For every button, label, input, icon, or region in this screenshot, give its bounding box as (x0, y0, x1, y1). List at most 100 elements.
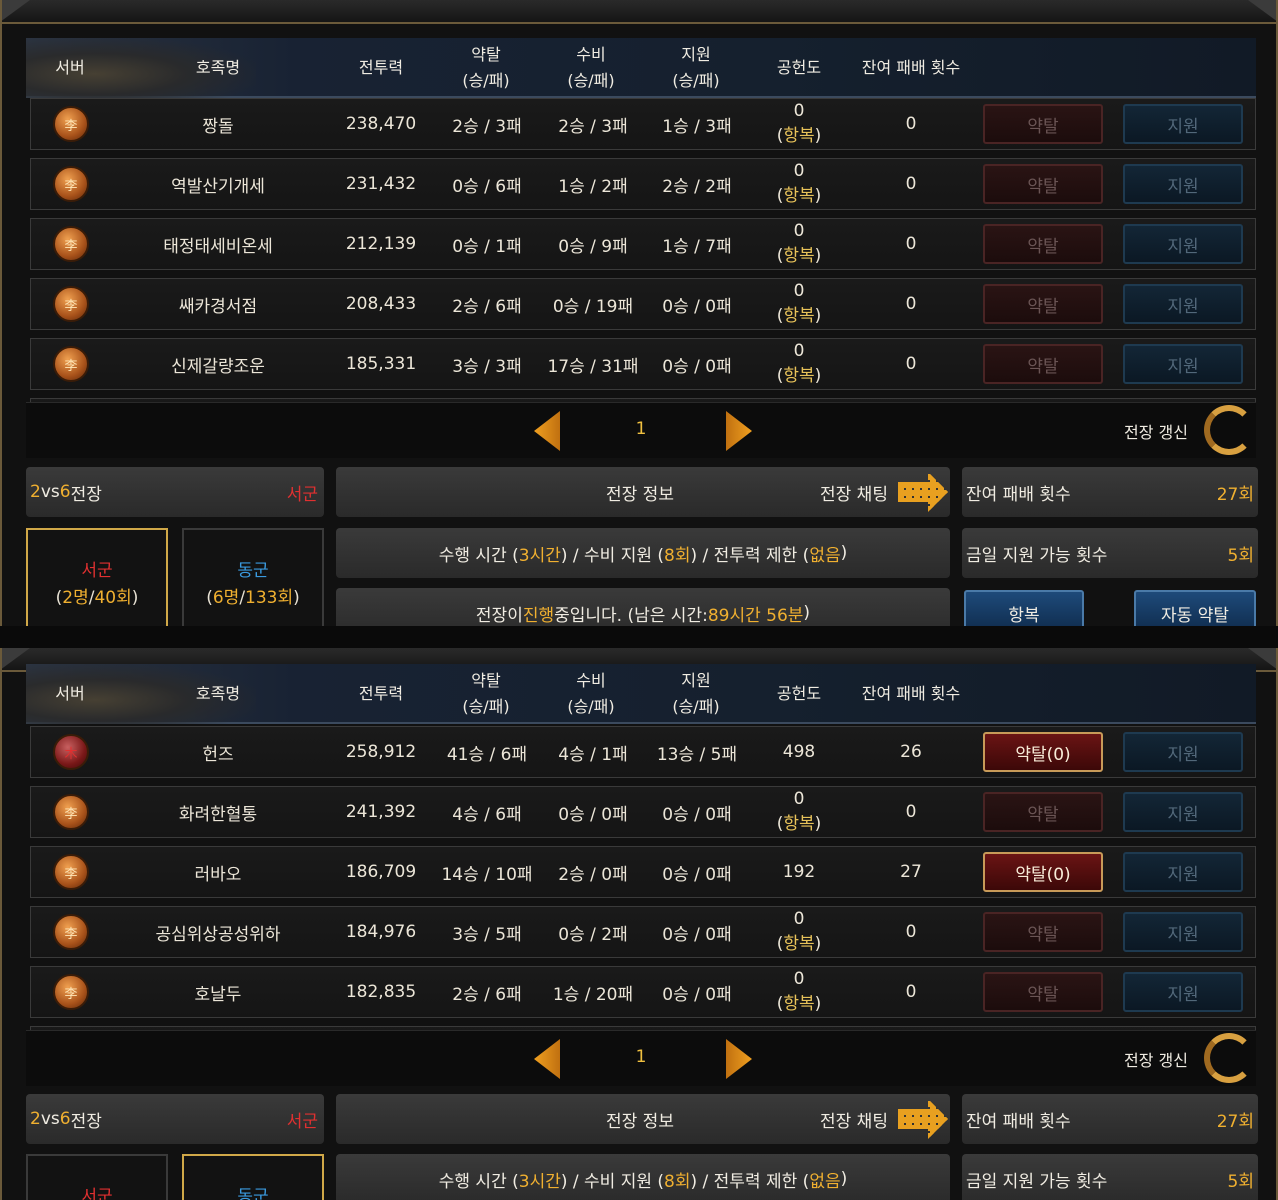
remaining-defeats-value: 0 (905, 294, 917, 314)
loot-button[interactable]: 약탈 (983, 792, 1103, 832)
battle-info-bar[interactable]: 전장 정보 전장 채팅 (336, 1094, 950, 1144)
battle-info-bar[interactable]: 전장 정보 전장 채팅 (336, 467, 950, 517)
panel-top-frame (0, 0, 1278, 24)
next-page-arrow-icon[interactable] (726, 411, 752, 451)
support-record: 1승 / 3패 (662, 116, 732, 137)
clan-name: 공심위상공성위하 (155, 924, 281, 945)
support-record: 2승 / 2패 (662, 176, 732, 197)
support-record: 0승 / 0패 (662, 804, 732, 825)
support-button[interactable]: 지원 (1123, 344, 1243, 384)
loot-button[interactable]: 약탈 (983, 284, 1103, 324)
remaining-defeats-value: 0 (905, 802, 917, 822)
server-emblem-icon: 李 (53, 914, 89, 950)
contribution-cell: 0 (항복) (776, 161, 822, 206)
battle-chat-label[interactable]: 전장 채팅 (820, 1107, 888, 1132)
power-value: 212,139 (345, 234, 417, 254)
loot-button[interactable]: 약탈 (983, 912, 1103, 952)
header-loot: 약탈 (승/패) (462, 671, 510, 716)
remaining-defeats-bar: 잔여 패배 횟수 27회 (962, 467, 1258, 517)
support-record: 0승 / 0패 (662, 296, 732, 317)
pagination-bar: 1 전장 갱신 (26, 402, 1256, 458)
header-support: 지원 (승/패) (672, 45, 720, 90)
power-value: 186,709 (345, 862, 417, 882)
defense-record: 1승 / 2패 (558, 176, 628, 197)
battle-type-bar: 2 vs 6 전장 서군 (26, 1094, 324, 1144)
defense-record: 0승 / 0패 (558, 804, 628, 825)
battle-chat-label[interactable]: 전장 채팅 (820, 480, 888, 505)
table-row: 李 러바오 186,709 14승 / 10패 2승 / 0패 0승 / 0패 … (30, 846, 1256, 898)
loot-button[interactable]: 약탈 (983, 344, 1103, 384)
support-button[interactable]: 지원 (1123, 284, 1243, 324)
contribution-cell: 0 (항복) (776, 969, 822, 1014)
loot-record: 3승 / 5패 (452, 924, 522, 945)
power-value: 182,835 (345, 982, 417, 1002)
support-count-bar: 금일 지원 가능 횟수 5회 (962, 1154, 1258, 1200)
loot-record: 3승 / 3패 (452, 356, 522, 377)
loot-button[interactable]: 약탈(0) (983, 732, 1103, 772)
auto-loot-button[interactable]: 자동 약탈 (1134, 590, 1256, 626)
east-army-box[interactable]: 동군 (6명/133회) (182, 528, 324, 626)
refresh-icon[interactable] (1204, 405, 1254, 455)
header-contribution: 공헌도 (776, 58, 822, 78)
chat-arrow-icon[interactable] (898, 1099, 948, 1139)
table-row: 木 헌즈 258,912 41승 / 6패 4승 / 1패 13승 / 5패 4… (30, 726, 1256, 778)
support-button[interactable]: 지원 (1123, 732, 1243, 772)
battle-info-label: 전장 정보 (606, 484, 674, 505)
battle-panel-2: 서버 호족명 전투력 약탈 (승/패) 수비 (승/패) 지원 (승/패) 공헌도 잔… (0, 648, 1278, 1200)
remaining-defeats-value: 0 (905, 114, 917, 134)
contribution-cell: 192 (782, 862, 816, 882)
support-record: 0승 / 0패 (662, 924, 732, 945)
table-row: 李 화려한혈통 241,392 4승 / 6패 0승 / 0패 0승 / 0패 … (30, 786, 1256, 838)
refresh-icon[interactable] (1204, 1033, 1254, 1083)
header-loot: 약탈 (승/패) (462, 45, 510, 90)
contribution-cell: 0 (항복) (776, 101, 822, 146)
support-button[interactable]: 지원 (1123, 912, 1243, 952)
side-label: 서군 (286, 1111, 318, 1132)
loot-record: 2승 / 3패 (452, 116, 522, 137)
header-remaining-defeats: 잔여 패배 횟수 (861, 58, 961, 78)
loot-record: 4승 / 6패 (452, 804, 522, 825)
defense-record: 17승 / 31패 (547, 356, 639, 377)
defense-record: 0승 / 2패 (558, 924, 628, 945)
battle-status-bar: 전장이 진행 중입니다. (남은 시간: 89시간 56분) (336, 588, 950, 626)
support-button[interactable]: 지원 (1123, 852, 1243, 892)
server-emblem-icon: 木 (53, 734, 89, 770)
remaining-defeats-value: 27 (900, 862, 922, 882)
remaining-defeats-value: 0 (905, 982, 917, 1002)
loot-button[interactable]: 약탈 (983, 972, 1103, 1012)
server-emblem-icon: 李 (53, 286, 89, 322)
prev-page-arrow-icon[interactable] (534, 411, 560, 451)
surrender-button[interactable]: 항복 (964, 590, 1084, 626)
power-value: 231,432 (345, 174, 417, 194)
support-button[interactable]: 지원 (1123, 104, 1243, 144)
loot-button[interactable]: 약탈 (983, 224, 1103, 264)
support-button[interactable]: 지원 (1123, 224, 1243, 264)
east-army-box[interactable]: 동군 (182, 1154, 324, 1200)
header-server: 서버 (55, 58, 85, 78)
header-defense: 수비 (승/패) (567, 45, 615, 90)
header-clan-name: 호족명 (195, 684, 241, 704)
loot-button[interactable]: 약탈 (983, 104, 1103, 144)
remaining-defeats-value: 0 (905, 234, 917, 254)
loot-button[interactable]: 약탈 (983, 164, 1103, 204)
contribution-cell: 0 (항복) (776, 281, 822, 326)
header-contribution: 공헌도 (776, 684, 822, 704)
west-army-box[interactable]: 서군 (2명/40회) (26, 528, 168, 626)
remaining-defeats-value: 0 (905, 922, 917, 942)
contribution-cell: 0 (항복) (776, 221, 822, 266)
table-row: 李 짱돌 238,470 2승 / 3패 2승 / 3패 1승 / 3패 0 (… (30, 98, 1256, 150)
next-page-arrow-icon[interactable] (726, 1039, 752, 1079)
chat-arrow-icon[interactable] (898, 472, 948, 512)
loot-record: 14승 / 10패 (441, 864, 533, 885)
clan-name: 호날두 (194, 984, 242, 1005)
support-button[interactable]: 지원 (1123, 972, 1243, 1012)
loot-button[interactable]: 약탈(0) (983, 852, 1103, 892)
clan-name: 태정태세비온세 (163, 236, 273, 257)
support-button[interactable]: 지원 (1123, 792, 1243, 832)
support-button[interactable]: 지원 (1123, 164, 1243, 204)
mission-info-bar: 수행 시간 (3시간) / 수비 지원 (8회) / 전투력 제한 (없음) (336, 528, 950, 578)
table-header: 서버 호족명 전투력 약탈 (승/패) 수비 (승/패) 지원 (승/패) 공헌도 잔… (26, 664, 1256, 724)
prev-page-arrow-icon[interactable] (534, 1039, 560, 1079)
battle-panel-1: 서버 호족명 전투력 약탈 (승/패) 수비 (승/패) 지원 (승/패) 공헌도 잔… (0, 0, 1278, 626)
west-army-box[interactable]: 서군 (26, 1154, 168, 1200)
